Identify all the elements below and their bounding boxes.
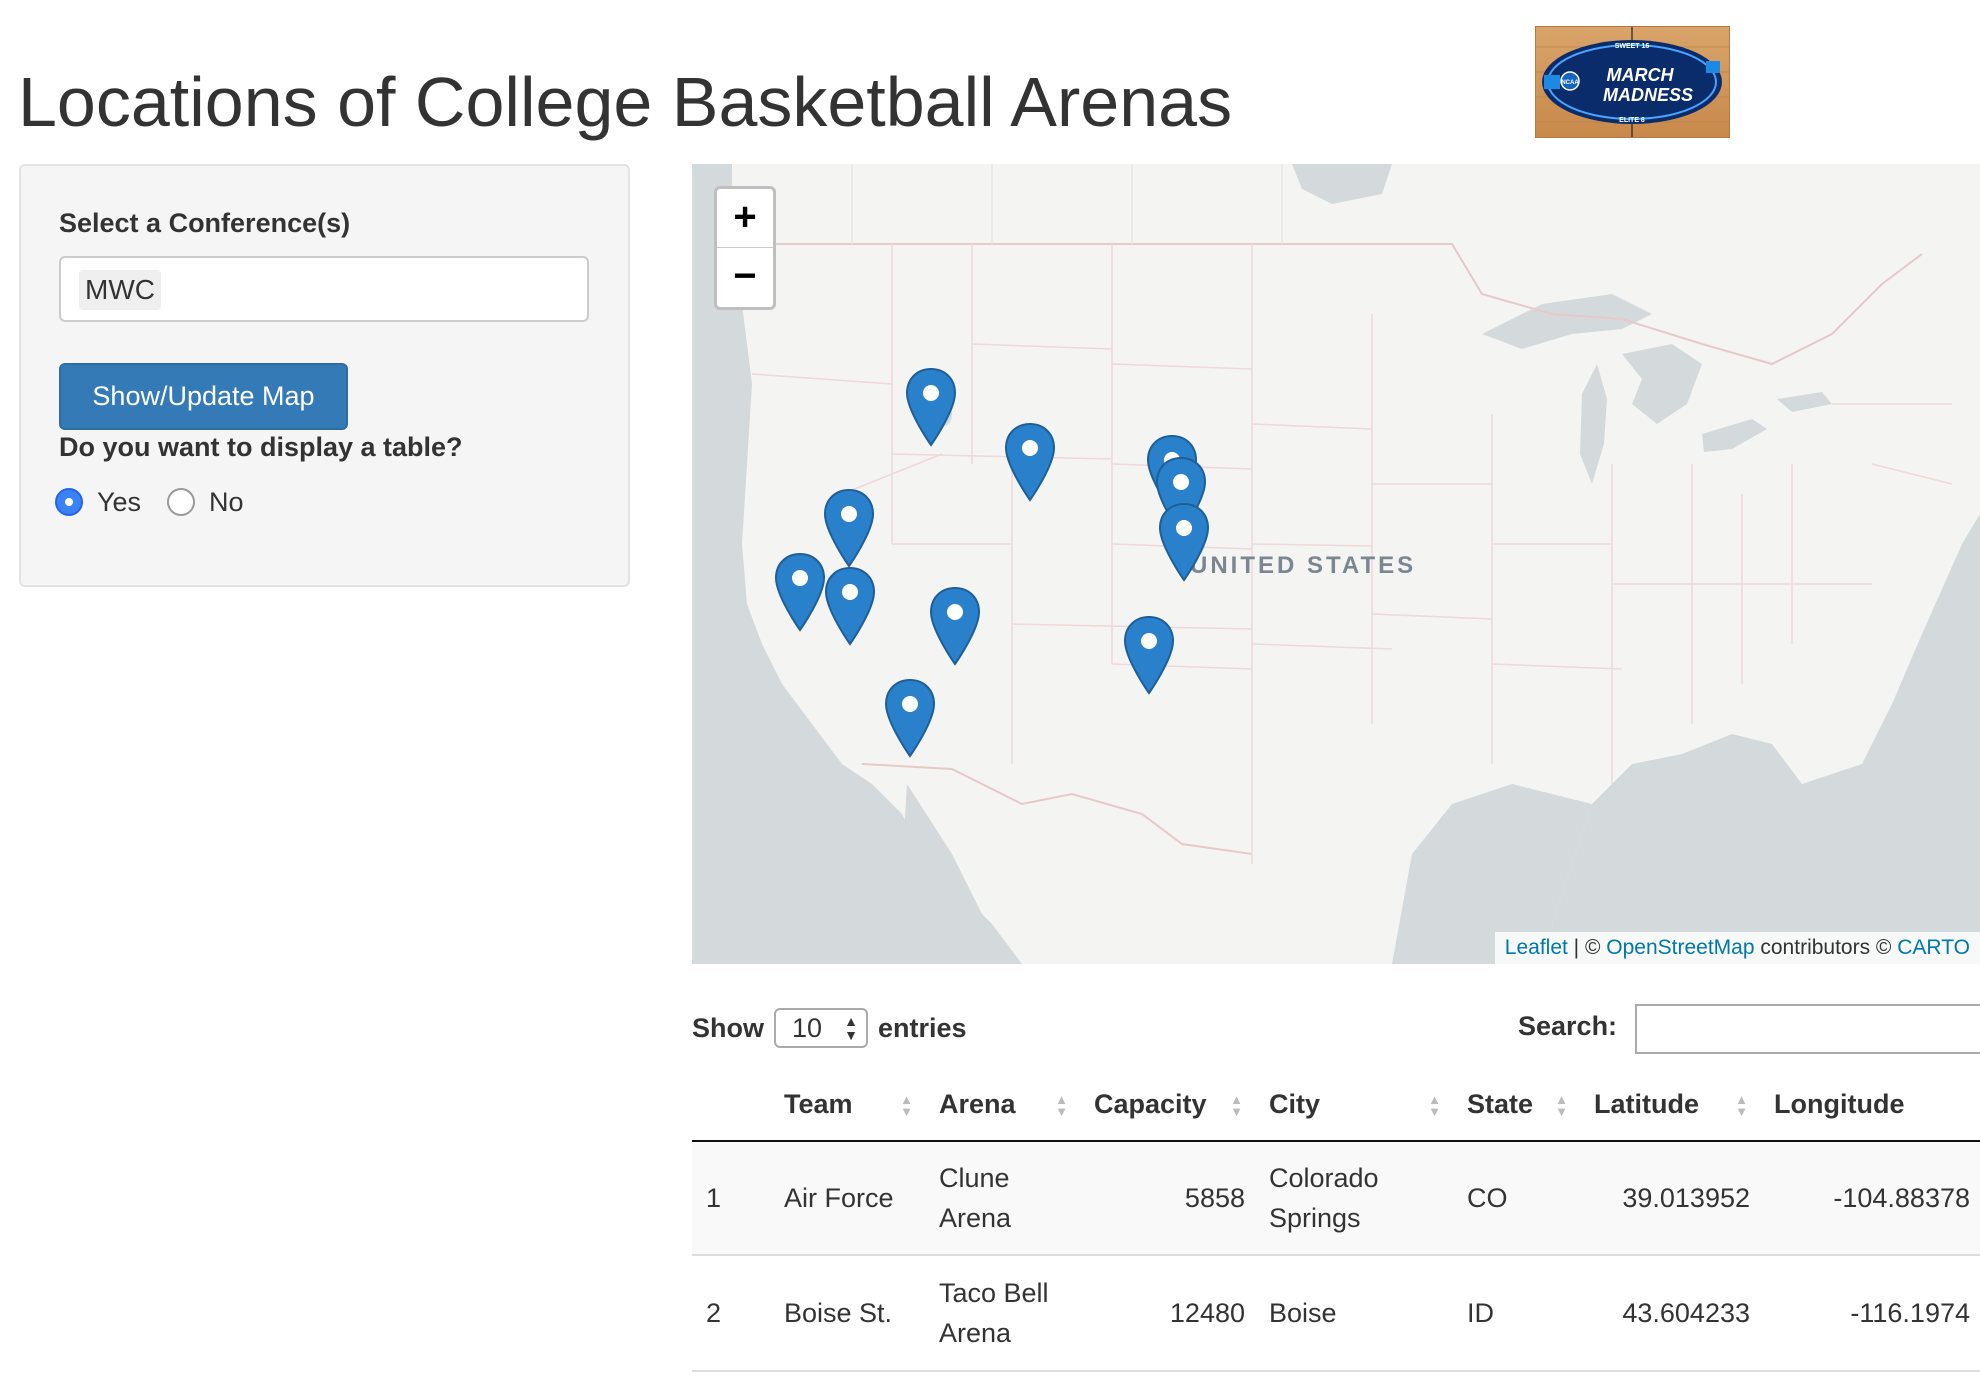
sort-icon: ▲ ▼ — [900, 1092, 913, 1119]
map-marker[interactable] — [905, 367, 957, 447]
svg-text:MARCH: MARCH — [1607, 65, 1675, 85]
map-marker[interactable] — [884, 678, 936, 758]
cell-team: Boise St. — [770, 1255, 925, 1372]
map-marker[interactable] — [929, 586, 981, 666]
cell-arena: Clune Arena — [925, 1141, 1080, 1256]
cell-capacity: 5858 — [1080, 1141, 1255, 1256]
map-marker[interactable] — [1158, 502, 1210, 582]
sort-icon: ▲ ▼ — [1428, 1092, 1441, 1119]
sidebar-panel: Select a Conference(s) MWC Show/Update M… — [19, 164, 630, 587]
map-marker[interactable] — [824, 566, 876, 646]
carto-link[interactable]: CARTO — [1897, 936, 1970, 959]
table-row[interactable]: 2 Boise St. Taco Bell Arena 12480 Boise … — [692, 1255, 1980, 1372]
cell-latitude: 39.013952 — [1580, 1141, 1760, 1256]
column-header-team[interactable]: Team ▲ ▼ — [770, 1068, 925, 1142]
entries-select[interactable]: 10 ▲ ▼ — [774, 1008, 868, 1048]
map-marker[interactable] — [1123, 615, 1175, 695]
column-header-capacity[interactable]: Capacity ▲ ▼ — [1080, 1068, 1255, 1142]
cell-capacity: 12480 — [1080, 1255, 1255, 1372]
march-madness-logo: SWEET 16 ELITE 8 NCAA MARCH MADNESS — [1535, 26, 1730, 138]
svg-text:SWEET 16: SWEET 16 — [1615, 43, 1650, 50]
search-label: Search: — [1518, 1011, 1618, 1041]
show-label: Show — [692, 1012, 764, 1043]
zoom-control: + − — [714, 186, 776, 310]
sort-icon: ▲ ▼ — [1555, 1092, 1568, 1119]
column-header-state-label: State — [1467, 1088, 1534, 1119]
cell-city: Colorado Springs — [1255, 1141, 1453, 1256]
cell-longitude: -104.88378 — [1760, 1141, 1980, 1256]
cell-state: CO — [1453, 1141, 1580, 1256]
column-header-index — [692, 1068, 770, 1142]
radio-no-label: No — [209, 486, 244, 517]
attribution-contributors: contributors © — [1754, 936, 1898, 959]
leaflet-link[interactable]: Leaflet — [1505, 936, 1568, 959]
column-header-longitude-label: Longitude — [1774, 1088, 1905, 1119]
column-header-state[interactable]: State ▲ ▼ — [1453, 1068, 1580, 1142]
radio-yes-label: Yes — [97, 486, 142, 517]
table-length-control: Show 10 ▲ ▼ entries — [692, 1008, 967, 1048]
updown-arrows-icon: ▲ ▼ — [844, 1013, 858, 1043]
cell-city: Boise — [1255, 1255, 1453, 1372]
zoom-in-button[interactable]: + — [717, 189, 773, 248]
page-title: Locations of College Basketball Arenas — [18, 63, 1233, 141]
column-header-arena[interactable]: Arena ▲ ▼ — [925, 1068, 1080, 1142]
map-attribution: Leaflet | © OpenStreetMap contributors ©… — [1494, 932, 1980, 964]
map-marker[interactable] — [823, 488, 875, 568]
table-question-label: Do you want to display a table? — [59, 432, 463, 462]
attribution-separator: | © — [1567, 936, 1607, 959]
column-header-capacity-label: Capacity — [1094, 1088, 1207, 1119]
column-header-team-label: Team — [784, 1088, 853, 1119]
search-input[interactable] — [1635, 1004, 1980, 1054]
conference-select[interactable]: MWC — [59, 256, 589, 322]
radio-no-option[interactable]: No — [167, 484, 244, 520]
cell-index: 2 — [692, 1255, 770, 1372]
zoom-out-button[interactable]: − — [717, 248, 773, 306]
column-header-longitude[interactable]: Longitude — [1760, 1068, 1980, 1142]
map-marker[interactable] — [774, 552, 826, 632]
svg-text:MADNESS: MADNESS — [1603, 85, 1693, 105]
entries-select-value: 10 — [792, 1013, 823, 1043]
table-header-row: Team ▲ ▼ Arena ▲ ▼ Capacity ▲ ▼ City ▲ ▼ State ▲ ▼… — [692, 1068, 1980, 1142]
column-header-latitude[interactable]: Latitude ▲ ▼ — [1580, 1068, 1760, 1142]
column-header-city[interactable]: City ▲ ▼ — [1255, 1068, 1453, 1142]
conference-chip[interactable]: MWC — [79, 270, 161, 310]
cell-team: Air Force — [770, 1141, 925, 1256]
svg-text:NCAA: NCAA — [1561, 80, 1579, 86]
radio-yes[interactable] — [55, 488, 83, 516]
openstreetmap-link[interactable]: OpenStreetMap — [1606, 936, 1754, 959]
column-header-latitude-label: Latitude — [1594, 1088, 1699, 1119]
column-header-city-label: City — [1269, 1088, 1321, 1119]
radio-no[interactable] — [167, 488, 195, 516]
sort-icon: ▲ ▼ — [1230, 1092, 1243, 1119]
arenas-table: Team ▲ ▼ Arena ▲ ▼ Capacity ▲ ▼ City ▲ ▼ State ▲ ▼… — [692, 1068, 1980, 1372]
radio-yes-option[interactable]: Yes — [55, 484, 141, 520]
column-header-arena-label: Arena — [939, 1088, 1016, 1119]
cell-arena: Taco Bell Arena — [925, 1255, 1080, 1372]
cell-state: ID — [1453, 1255, 1580, 1372]
show-update-map-button[interactable]: Show/Update Map — [59, 363, 348, 430]
table-row[interactable]: 1 Air Force Clune Arena 5858 Colorado Sp… — [692, 1141, 1980, 1256]
cell-latitude: 43.604233 — [1580, 1255, 1760, 1372]
cell-index: 1 — [692, 1141, 770, 1256]
svg-text:ELITE 8: ELITE 8 — [1619, 117, 1645, 124]
map-marker[interactable] — [1004, 422, 1056, 502]
conference-label: Select a Conference(s) — [59, 208, 351, 238]
entries-label: entries — [878, 1012, 967, 1043]
sort-icon: ▲ ▼ — [1735, 1092, 1748, 1119]
cell-longitude: -116.1974 — [1760, 1255, 1980, 1372]
map-container[interactable]: UNITED STATES + − Leaflet | © OpenStreet… — [692, 164, 1980, 964]
country-label: UNITED STATES — [1190, 552, 1417, 579]
sort-icon: ▲ ▼ — [1055, 1092, 1068, 1119]
